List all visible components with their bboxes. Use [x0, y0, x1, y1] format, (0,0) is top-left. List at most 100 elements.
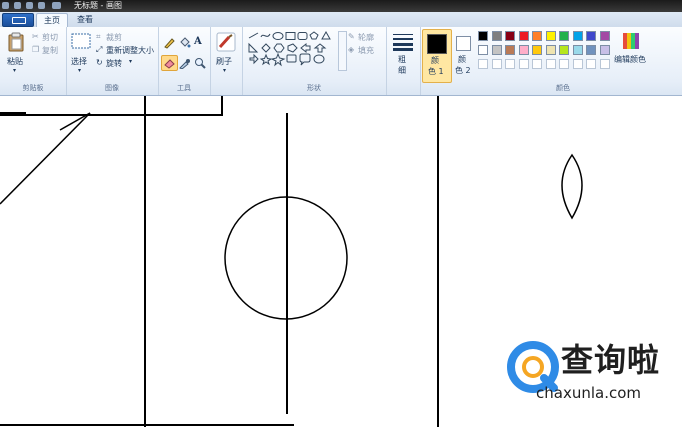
select-button[interactable]: 选择 ▾ — [69, 30, 93, 78]
tools-group-label: 工具 — [177, 84, 191, 92]
color-swatch[interactable] — [586, 59, 596, 69]
color2-button[interactable]: 颜 色 2 — [452, 29, 476, 81]
color-swatch[interactable] — [478, 59, 488, 69]
color-swatch[interactable] — [545, 59, 556, 69]
eraser-tool-selected[interactable] — [161, 55, 178, 71]
colors-group: 编辑颜色 颜色 — [476, 27, 650, 95]
color-swatch[interactable] — [532, 31, 542, 41]
rotate-label: 旋转 — [106, 59, 122, 68]
color-swatch[interactable] — [572, 45, 583, 55]
paste-dropdown-arrow: ▾ — [13, 67, 17, 74]
color-swatch[interactable] — [586, 45, 596, 55]
color-swatch[interactable] — [572, 31, 583, 41]
copy-button[interactable]: ❐ 复制 — [32, 45, 64, 56]
redo-icon[interactable] — [38, 2, 45, 9]
brushes-group: 刷子 ▾ — [210, 27, 243, 95]
size-group: 粗 细 — [386, 27, 421, 95]
tab-view[interactable]: 查看 — [70, 13, 100, 27]
selection-rectangle-icon — [71, 33, 91, 49]
color-swatch[interactable] — [505, 59, 515, 69]
undo-icon[interactable] — [26, 2, 33, 9]
color2-label-line1: 颜 — [458, 55, 466, 64]
outline-button[interactable]: ✎ 轮廓 — [348, 32, 384, 43]
color-swatch[interactable] — [532, 45, 542, 55]
color-swatch[interactable] — [491, 45, 502, 55]
ribbon: 粘贴 ▾ ✂ 剪切 ❐ 复制 剪贴板 选择 ▾ ⌗ 裁剪 ⤢ 重新调整大小 ↻ … — [0, 27, 682, 96]
app-icon — [2, 2, 9, 9]
ribbon-tab-row: 主页 查看 — [0, 12, 682, 28]
color-swatch[interactable] — [478, 31, 488, 41]
image-group: 选择 ▾ ⌗ 裁剪 ⤢ 重新调整大小 ↻ 旋转 ▾ 图像 — [66, 27, 159, 95]
paste-button[interactable]: 粘贴 ▾ — [3, 30, 29, 80]
cut-button[interactable]: ✂ 剪切 — [32, 32, 64, 43]
resize-button[interactable]: ⤢ 重新调整大小 — [96, 45, 156, 56]
color-picker-icon[interactable] — [178, 57, 191, 69]
color-swatch[interactable] — [599, 59, 610, 69]
shapes-scroll[interactable] — [338, 31, 347, 71]
crop-button[interactable]: ⌗ 裁剪 — [96, 32, 156, 43]
resize-label: 重新调整大小 — [106, 46, 154, 55]
brushes-dropdown-arrow: ▾ — [223, 67, 227, 74]
color-swatch[interactable] — [532, 59, 542, 69]
color-swatch[interactable] — [572, 59, 583, 69]
watermark-domain: chaxunla.com — [536, 384, 641, 402]
color-swatch[interactable] — [559, 31, 569, 41]
color-swatch[interactable] — [586, 31, 596, 41]
eraser-icon — [164, 59, 175, 69]
shapes-gallery[interactable] — [246, 31, 338, 71]
brushes-button[interactable]: 刷子 ▾ — [212, 30, 240, 80]
image-group-label: 图像 — [105, 84, 119, 92]
color-swatch[interactable] — [599, 45, 610, 55]
watermark-text: 查询啦 — [561, 341, 661, 379]
color-swatch[interactable] — [505, 45, 515, 55]
fill-icon: ◈ — [348, 45, 355, 54]
color-swatch[interactable] — [505, 31, 515, 41]
outline-icon: ✎ — [348, 32, 355, 41]
rotate-button[interactable]: ↻ 旋转 ▾ — [96, 58, 156, 69]
size-button[interactable]: 粗 细 — [389, 30, 417, 80]
crop-label: 裁剪 — [106, 33, 122, 42]
save-icon[interactable] — [14, 2, 21, 9]
tab-home[interactable]: 主页 — [36, 13, 68, 28]
brush-icon — [216, 32, 236, 52]
color-swatch[interactable] — [518, 45, 529, 55]
paste-label: 粘贴 — [7, 57, 23, 66]
fill-label: 填充 — [358, 46, 374, 55]
color1-label-line1: 颜 — [431, 56, 439, 65]
fill-button[interactable]: ◈ 填充 — [348, 45, 384, 56]
text-tool-icon[interactable]: A — [194, 36, 202, 47]
outline-label: 轮廓 — [358, 33, 374, 42]
color-swatch[interactable] — [545, 45, 556, 55]
edit-colors-label: 编辑颜色 — [614, 55, 646, 64]
paint-menu-button[interactable] — [2, 13, 34, 27]
select-label: 选择 — [71, 57, 87, 66]
color-swatch[interactable] — [478, 45, 488, 55]
color-swatch[interactable] — [545, 31, 556, 41]
edit-colors-button[interactable]: 编辑颜色 — [614, 30, 648, 70]
color-swatch[interactable] — [559, 59, 569, 69]
clipboard-icon — [8, 32, 24, 52]
color-swatch[interactable] — [491, 59, 502, 69]
title-bar: 无标题 - 画图 — [0, 0, 682, 12]
color1-swatch — [427, 34, 447, 54]
shapes-group: ✎ 轮廓 ◈ 填充 形状 — [242, 27, 387, 95]
brushes-label: 刷子 — [216, 57, 232, 66]
clipboard-group-label: 剪贴板 — [22, 84, 44, 92]
magnifier-icon[interactable] — [194, 57, 206, 69]
color-swatch[interactable] — [559, 45, 569, 55]
size-label-line2: 细 — [398, 66, 406, 75]
color-swatch[interactable] — [518, 31, 529, 41]
select-dropdown-arrow: ▾ — [78, 67, 82, 74]
fill-bucket-icon[interactable] — [178, 37, 191, 49]
resize-icon: ⤢ — [96, 45, 103, 54]
customize-quick-access-icon[interactable] — [52, 2, 61, 9]
color-swatch[interactable] — [599, 31, 610, 41]
color1-button[interactable]: 颜 色 1 — [422, 29, 452, 83]
color-swatch[interactable] — [518, 59, 529, 69]
copy-icon: ❐ — [32, 45, 40, 54]
watermark: 查询啦 chaxunla.com — [506, 340, 682, 406]
box-edge-line — [0, 96, 223, 116]
color-swatch[interactable] — [491, 31, 502, 41]
color2-swatch — [456, 36, 471, 51]
pencil-icon[interactable] — [163, 37, 176, 49]
